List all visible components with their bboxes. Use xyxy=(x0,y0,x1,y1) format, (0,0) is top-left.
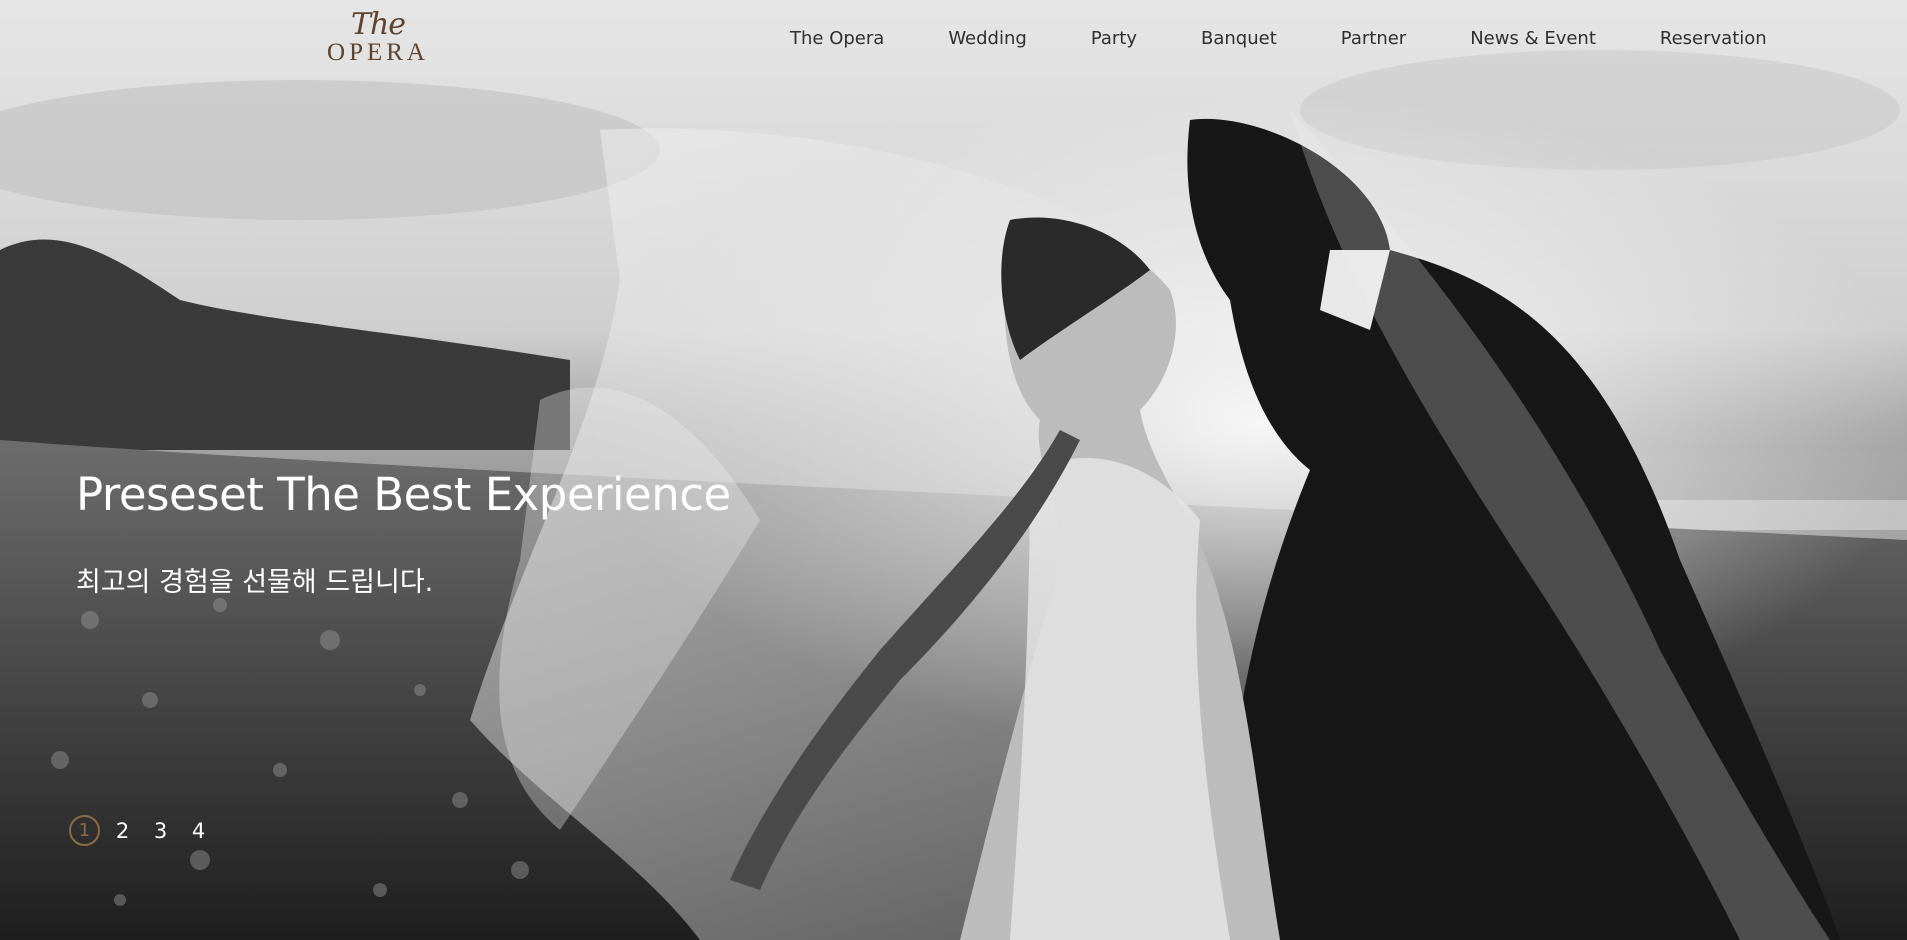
hero-subline: 최고의 경험을 선물해 드립니다. xyxy=(76,567,434,598)
nav-item-banquet[interactable]: Banquet xyxy=(1201,28,1277,49)
pager-item-3[interactable]: 3 xyxy=(145,815,176,846)
pager-item-4[interactable]: 4 xyxy=(183,815,214,846)
nav-item-party[interactable]: Party xyxy=(1091,28,1137,49)
pager-item-1[interactable]: 1 xyxy=(69,815,100,846)
slide-pager: 1 2 3 4 xyxy=(69,815,221,846)
logo-wordmark: OPERA xyxy=(327,39,429,66)
site-logo[interactable]: The OPERA xyxy=(318,10,438,72)
logo-script: The xyxy=(350,7,406,42)
pager-item-2[interactable]: 2 xyxy=(107,815,138,846)
nav-item-news-event[interactable]: News & Event xyxy=(1470,28,1596,49)
nav-item-partner[interactable]: Partner xyxy=(1341,28,1406,49)
main-nav: The Opera Wedding Party Banquet Partner … xyxy=(790,28,1767,49)
nav-item-the-opera[interactable]: The Opera xyxy=(790,28,884,49)
hero-headline: Preseset The Best Experience xyxy=(76,468,731,521)
nav-item-wedding[interactable]: Wedding xyxy=(948,28,1027,49)
nav-item-reservation[interactable]: Reservation xyxy=(1660,28,1767,49)
hero-slider: The OPERA The Opera Wedding Party Banque… xyxy=(0,0,1907,940)
